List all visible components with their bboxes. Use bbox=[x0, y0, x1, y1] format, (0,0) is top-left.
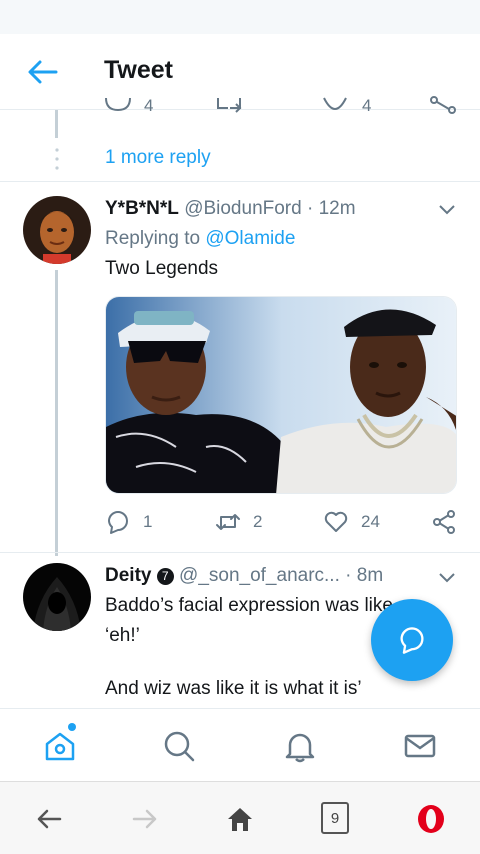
prev-reply-count: 4 bbox=[144, 96, 154, 115]
browser-home-icon[interactable] bbox=[225, 804, 255, 834]
like-icon[interactable] bbox=[322, 96, 348, 116]
mention-link[interactable]: @Olamide bbox=[205, 228, 295, 249]
heart-icon bbox=[324, 511, 348, 532]
tabs-button[interactable]: 9 bbox=[321, 802, 349, 834]
verified-badge: 7 bbox=[156, 568, 174, 585]
share-action[interactable] bbox=[431, 509, 457, 535]
tweet-photo[interactable] bbox=[105, 296, 457, 494]
retweet-action[interactable]: 2 bbox=[215, 509, 262, 535]
bottom-nav bbox=[0, 708, 480, 781]
tweet-actions: 1 2 24 bbox=[105, 509, 457, 537]
like-action[interactable]: 24 bbox=[323, 509, 380, 535]
avatar[interactable] bbox=[23, 196, 91, 264]
browser-toolbar: 9 bbox=[0, 781, 480, 854]
share-icon bbox=[433, 510, 455, 534]
divider bbox=[0, 552, 480, 553]
display-name[interactable]: Deity bbox=[105, 565, 151, 586]
like-count: 24 bbox=[361, 512, 380, 531]
replying-prefix: Replying to bbox=[105, 228, 201, 249]
chevron-down-icon[interactable] bbox=[438, 572, 456, 584]
thread-line bbox=[55, 110, 58, 138]
display-name[interactable]: Y*B*N*L bbox=[105, 198, 179, 219]
reply-bubble-icon bbox=[400, 627, 424, 654]
browser-forward-icon[interactable] bbox=[130, 804, 160, 834]
prev-like-count: 4 bbox=[362, 96, 372, 115]
retweet-count: 2 bbox=[253, 512, 263, 531]
page-title: Tweet bbox=[104, 56, 173, 84]
retweet-icon bbox=[216, 514, 240, 530]
reply-action[interactable]: 1 bbox=[105, 509, 152, 535]
back-arrow-icon[interactable] bbox=[26, 58, 58, 86]
tweet-header: Y*B*N*L @BiodunFord · 12m bbox=[105, 198, 356, 220]
reply-icon bbox=[108, 511, 128, 534]
reply-icon[interactable] bbox=[104, 96, 132, 116]
chevron-down-icon[interactable] bbox=[438, 204, 456, 216]
search-icon[interactable] bbox=[162, 729, 196, 763]
notification-dot bbox=[68, 723, 76, 731]
time-separator: · bbox=[345, 565, 352, 586]
user-handle[interactable]: @BiodunFord bbox=[184, 198, 302, 219]
tweet-text-line: Baddo’s facial expression was like bbox=[105, 595, 393, 616]
tweet-text-line: ‘eh!’ bbox=[105, 625, 140, 646]
messages-icon[interactable] bbox=[403, 729, 437, 763]
browser-back-icon[interactable] bbox=[34, 804, 64, 834]
tweet-text: Two Legends bbox=[105, 258, 219, 279]
reply-count: 1 bbox=[143, 512, 153, 531]
tweet-time: 8m bbox=[356, 565, 384, 586]
notifications-icon[interactable] bbox=[283, 729, 317, 763]
avatar[interactable] bbox=[23, 563, 91, 631]
time-separator: · bbox=[307, 198, 314, 219]
retweet-icon[interactable] bbox=[216, 96, 242, 116]
tweet-time: 12m bbox=[318, 198, 356, 219]
thread-dots-icon bbox=[55, 148, 59, 170]
compose-reply-button[interactable] bbox=[371, 599, 453, 681]
user-handle[interactable]: @_son_of_anarc... bbox=[179, 565, 340, 586]
prev-tweet-actions: 4 4 bbox=[104, 96, 464, 124]
replying-to: Replying to @Olamide bbox=[105, 228, 295, 250]
divider bbox=[0, 181, 480, 182]
home-icon[interactable] bbox=[43, 729, 77, 763]
tweet-text-line: And wiz was like it is what it is’ bbox=[105, 678, 362, 699]
tweet-header: Deity 7 @_son_of_anarc... · 8m bbox=[105, 565, 383, 587]
opera-menu-icon[interactable] bbox=[416, 804, 446, 834]
more-replies-link[interactable]: 1 more reply bbox=[105, 147, 211, 169]
share-icon[interactable] bbox=[430, 96, 456, 116]
status-bar bbox=[0, 0, 480, 34]
thread-line bbox=[55, 270, 58, 556]
